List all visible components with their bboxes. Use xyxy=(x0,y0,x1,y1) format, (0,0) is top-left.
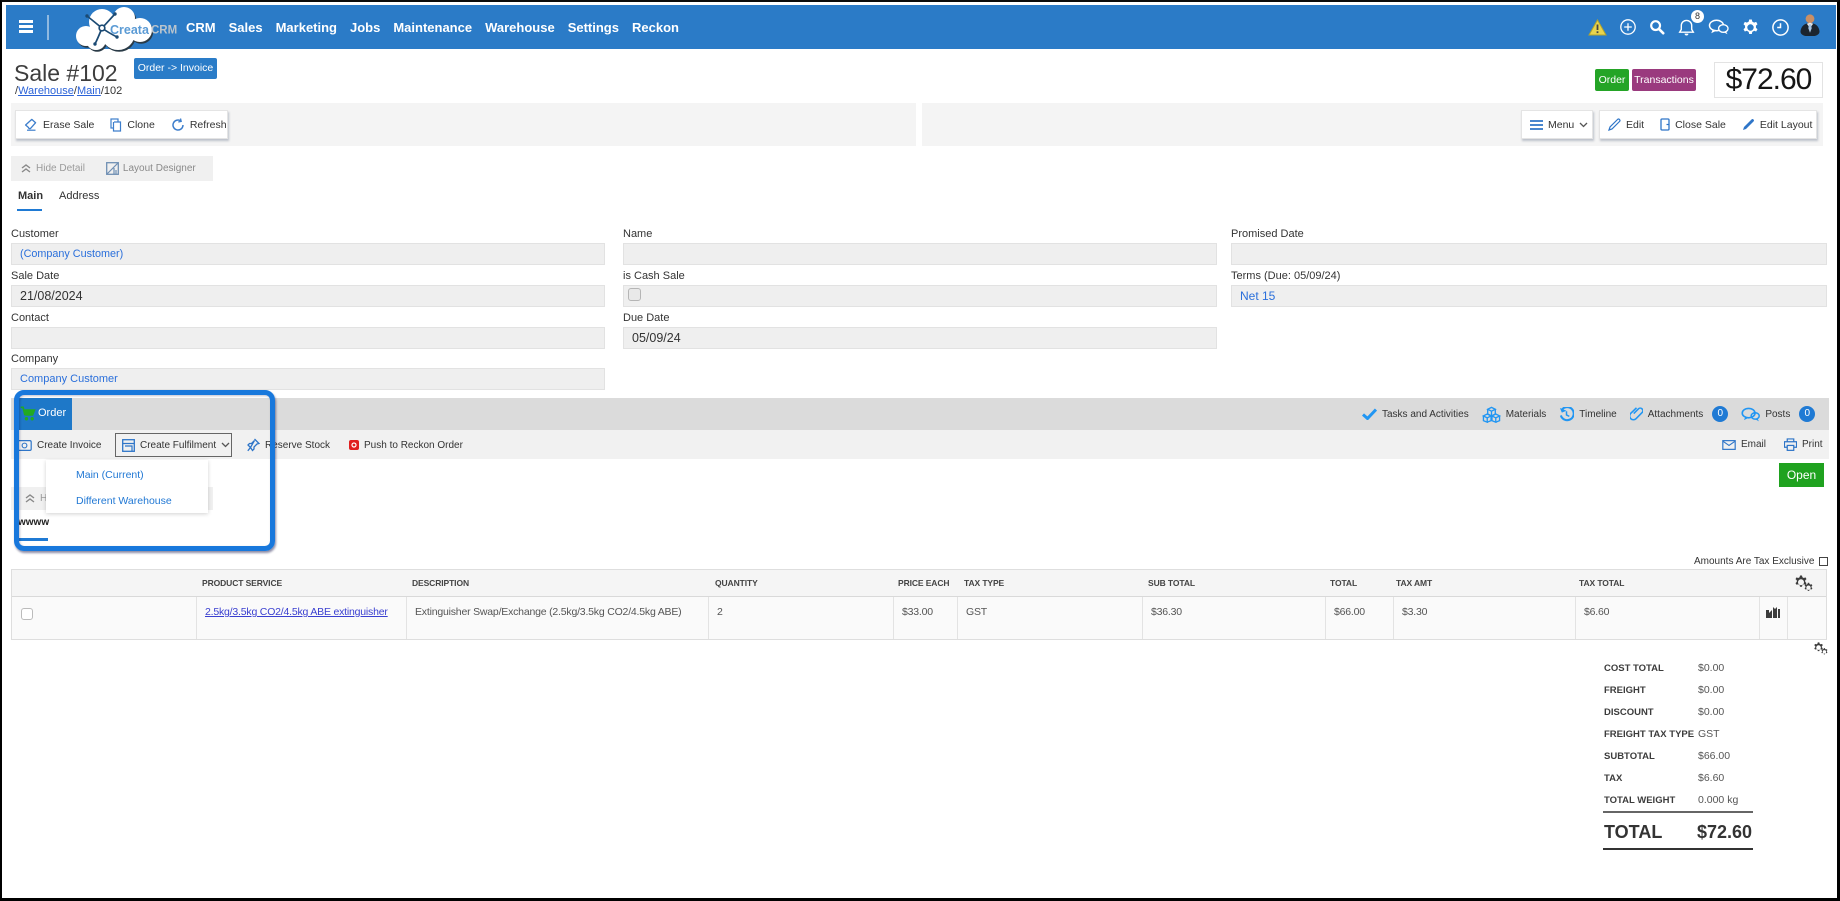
svg-text:CRM: CRM xyxy=(151,25,177,37)
svg-text:Creata: Creata xyxy=(110,23,150,37)
